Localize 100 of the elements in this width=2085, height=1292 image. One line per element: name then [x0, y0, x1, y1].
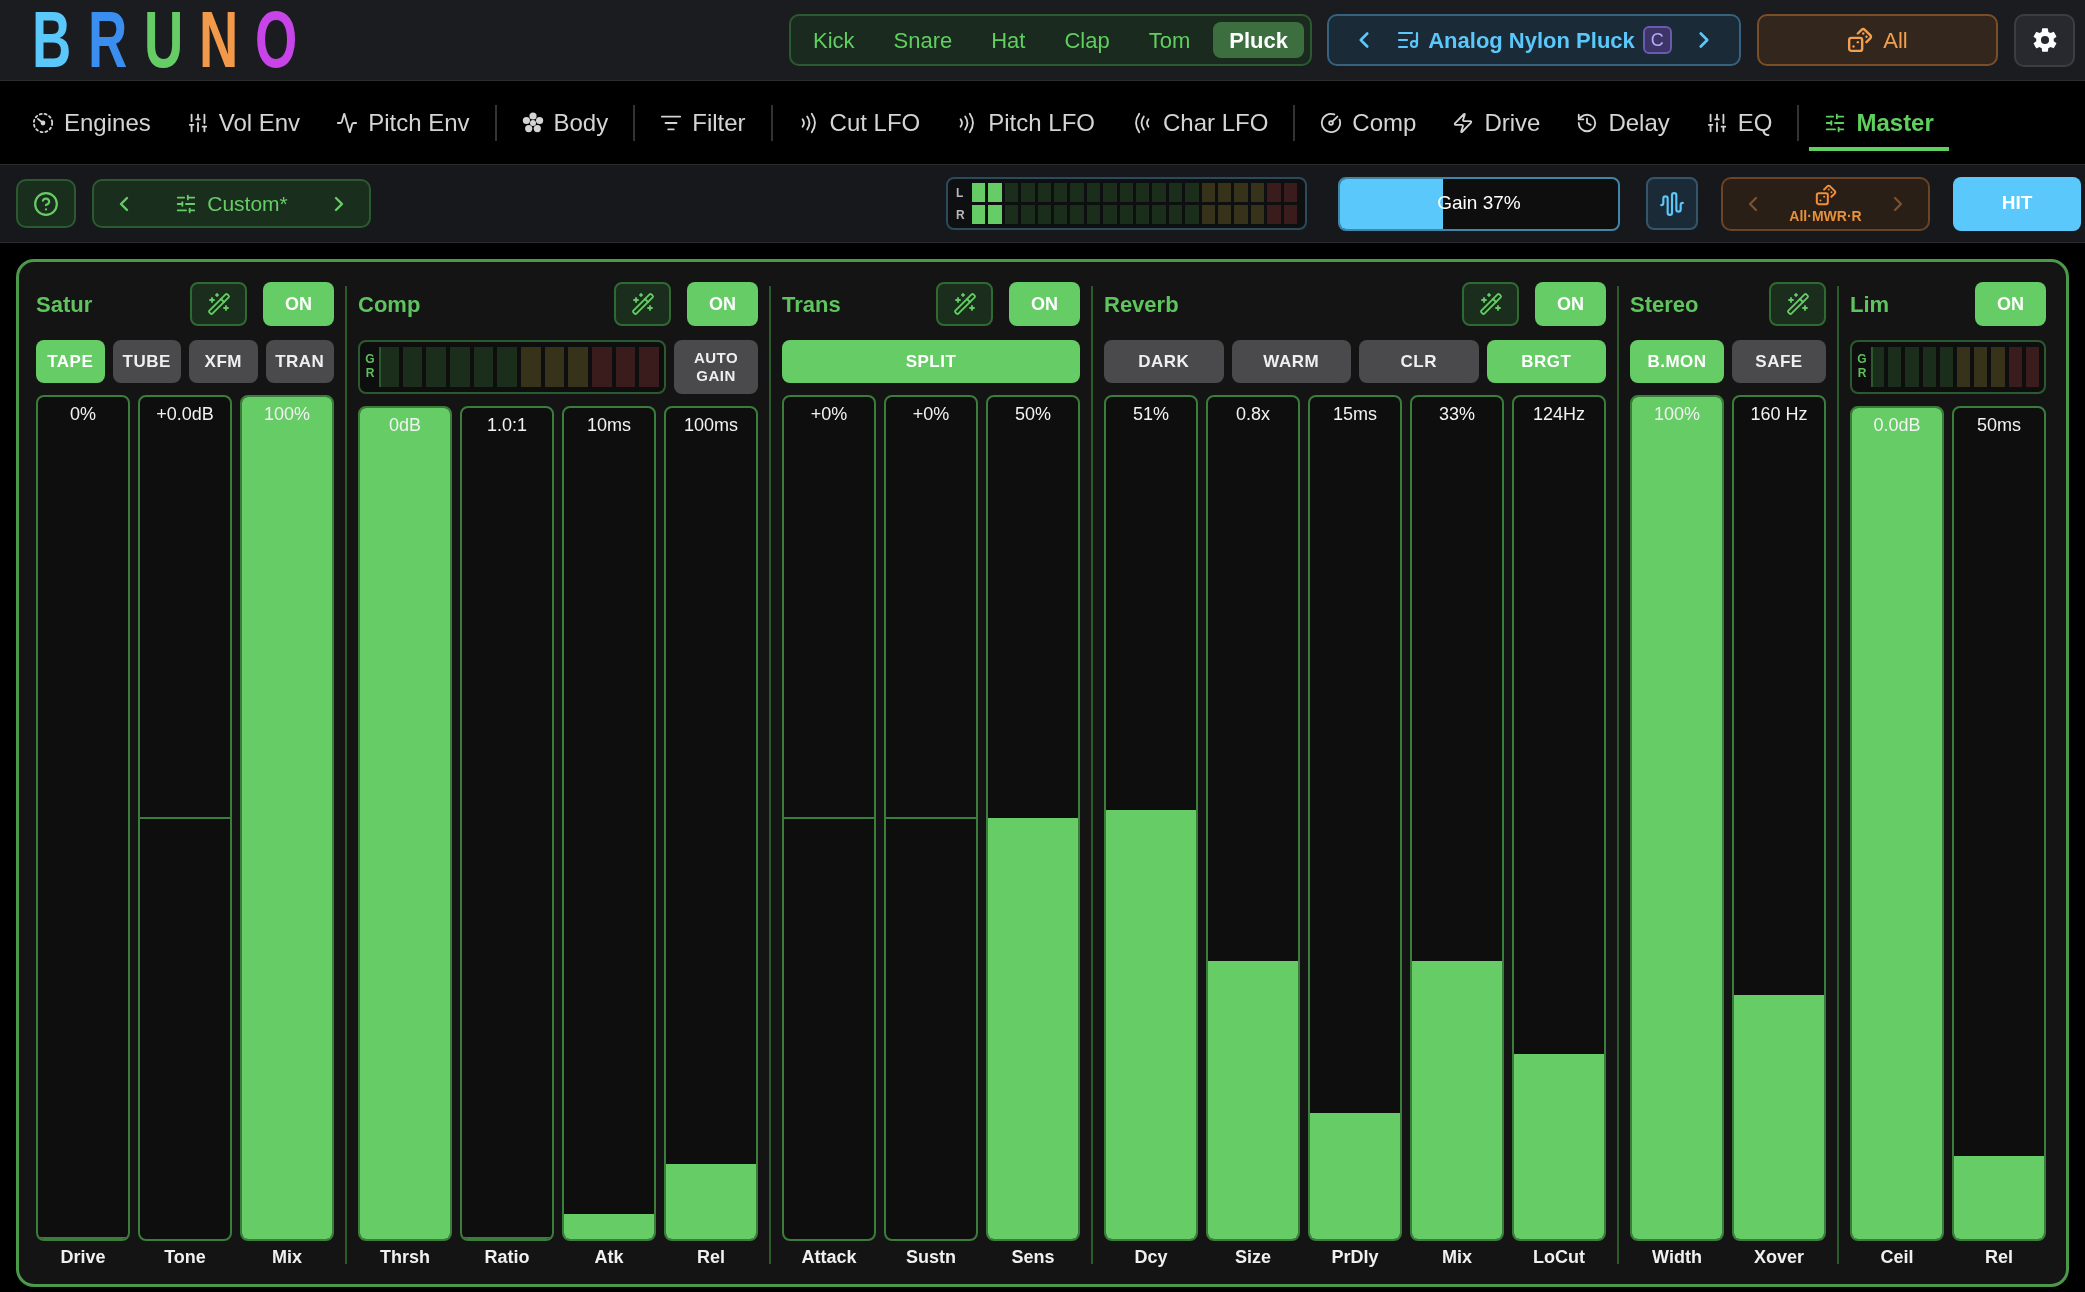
- instrument-tab[interactable]: Kick: [796, 22, 871, 58]
- nav-tab[interactable]: Comp: [1305, 94, 1432, 151]
- wand-button[interactable]: [614, 282, 671, 326]
- nav-tab[interactable]: Cut LFO: [782, 94, 936, 151]
- fader-track[interactable]: 0%: [36, 395, 130, 1241]
- nav-tab[interactable]: Drive: [1437, 94, 1556, 151]
- dot-cluster-icon: [521, 111, 544, 134]
- logo-letter: R: [87, 5, 128, 75]
- magic-wand-icon: [1478, 292, 1503, 316]
- sliders-icon: [1824, 111, 1847, 134]
- instrument-tab[interactable]: Tom: [1132, 22, 1207, 58]
- fader-label: Ceil: [1880, 1246, 1914, 1268]
- fader-label: LoCut: [1533, 1246, 1585, 1268]
- nav-tab[interactable]: Body: [506, 94, 624, 151]
- fader-label: Mix: [1442, 1246, 1472, 1268]
- fader-label: Atk: [594, 1246, 624, 1268]
- wand-button[interactable]: [190, 282, 247, 326]
- magic-wand-icon: [630, 292, 655, 316]
- fader-label: Dcy: [1134, 1246, 1168, 1268]
- mode-button[interactable]: XFM: [189, 340, 258, 383]
- mode-button[interactable]: TRAN: [265, 340, 334, 383]
- nav-tab[interactable]: Pitch LFO: [941, 94, 1110, 151]
- fader-value: 100%: [263, 403, 310, 425]
- pulse-icon: [336, 111, 359, 134]
- instrument-tab[interactable]: Snare: [877, 22, 969, 58]
- instrument-tab[interactable]: Hat: [975, 22, 1042, 58]
- fader-track[interactable]: 124Hz: [1512, 395, 1606, 1241]
- fader-value: 160 Hz: [1750, 403, 1808, 425]
- fader-label: Drive: [60, 1246, 106, 1268]
- nav-tab[interactable]: Engines: [17, 94, 166, 151]
- nav-tab[interactable]: Char LFO: [1115, 94, 1284, 151]
- fader-label: Rel: [697, 1246, 725, 1268]
- fader-label: Tone: [164, 1246, 206, 1268]
- fader-track[interactable]: 33%: [1410, 395, 1504, 1241]
- logo-letter: N: [199, 5, 239, 75]
- fader-value: 1.0:1: [486, 414, 527, 436]
- fader-label: Width: [1652, 1246, 1702, 1268]
- fader-value: +0%: [810, 403, 848, 425]
- mode-button[interactable]: TUBE: [112, 340, 181, 383]
- help-button[interactable]: [16, 179, 76, 228]
- fader-track[interactable]: 51%: [1104, 395, 1198, 1241]
- meter-label: GR: [365, 353, 375, 381]
- section-title: Satur: [36, 290, 93, 319]
- section-title: Trans: [782, 290, 841, 319]
- fader-label: Mix: [272, 1246, 302, 1268]
- settings-button[interactable]: [2014, 13, 2075, 67]
- dice-icon: [1814, 183, 1837, 206]
- clock-arrow-icon: [1576, 111, 1599, 134]
- fader-value: 124Hz: [1533, 403, 1585, 425]
- dice-icon: [1847, 27, 1874, 53]
- section-title: Stereo: [1630, 290, 1699, 319]
- fader-value: 33%: [1439, 403, 1475, 425]
- preset-name: Analog Nylon Pluck: [1428, 26, 1635, 55]
- wand-button[interactable]: [936, 282, 993, 326]
- magic-wand-icon: [1785, 292, 1810, 316]
- mode-button[interactable]: SAFE: [1732, 340, 1826, 383]
- nav-tab[interactable]: Delay: [1561, 94, 1685, 151]
- instrument-tab[interactable]: Pluck: [1213, 22, 1304, 58]
- fader-track[interactable]: 0.8x: [1206, 395, 1300, 1241]
- nav-tab[interactable]: Vol Env: [171, 94, 316, 151]
- nav-tab[interactable]: EQ: [1690, 94, 1788, 151]
- logo-letter: U: [143, 5, 183, 75]
- section-title: Reverb: [1104, 290, 1179, 319]
- fader-track[interactable]: +0.0dB: [138, 395, 232, 1241]
- instrument-tab[interactable]: Clap: [1048, 22, 1126, 58]
- mode-button[interactable]: WARM: [1231, 340, 1351, 383]
- fader-track[interactable]: 160 Hz: [1732, 395, 1826, 1241]
- fader-track[interactable]: 50%: [986, 395, 1080, 1241]
- fader-value: 0.0dB: [1873, 414, 1921, 436]
- fader-label: Thrsh: [380, 1246, 430, 1268]
- fader-value: +0.0dB: [156, 403, 214, 425]
- fader-value: 100ms: [684, 414, 738, 436]
- mode-button[interactable]: DARK: [1104, 340, 1224, 383]
- randomize-all-button[interactable]: All: [1757, 14, 1998, 66]
- fader-label: Ratio: [484, 1246, 530, 1268]
- fader-label: Rel: [1985, 1246, 2013, 1268]
- mode-button[interactable]: CLR: [1359, 340, 1479, 383]
- fader-track[interactable]: 50ms: [1952, 406, 2046, 1241]
- fader-value: 51%: [1133, 403, 1169, 425]
- preset-category-tag: C: [1642, 26, 1672, 54]
- nav-tab[interactable]: Pitch Env: [321, 94, 485, 151]
- sliders-icon: [1705, 111, 1728, 134]
- fader-track[interactable]: 10ms: [562, 406, 656, 1241]
- nav-tab[interactable]: Master: [1809, 94, 1949, 151]
- wand-button[interactable]: [1769, 282, 1826, 326]
- fader-track[interactable]: 100ms: [664, 406, 758, 1241]
- channel-label: L: [956, 185, 965, 200]
- waveform-button[interactable]: [1646, 177, 1698, 230]
- preset-label: Custom*: [207, 190, 288, 217]
- nav-tab[interactable]: Filter: [645, 94, 761, 151]
- fader-label: PrDly: [1331, 1246, 1379, 1268]
- wand-button[interactable]: [1462, 282, 1519, 326]
- fader-track[interactable]: 1.0:1: [460, 406, 554, 1241]
- mode-button[interactable]: AUTO GAIN: [674, 340, 758, 394]
- fader-label: Size: [1235, 1246, 1271, 1268]
- help-icon: [33, 190, 59, 217]
- fader-track[interactable]: +0%: [884, 395, 978, 1241]
- channel-label: R: [956, 207, 966, 222]
- fader-track[interactable]: +0%: [782, 395, 876, 1241]
- fader-track[interactable]: 15ms: [1308, 395, 1402, 1241]
